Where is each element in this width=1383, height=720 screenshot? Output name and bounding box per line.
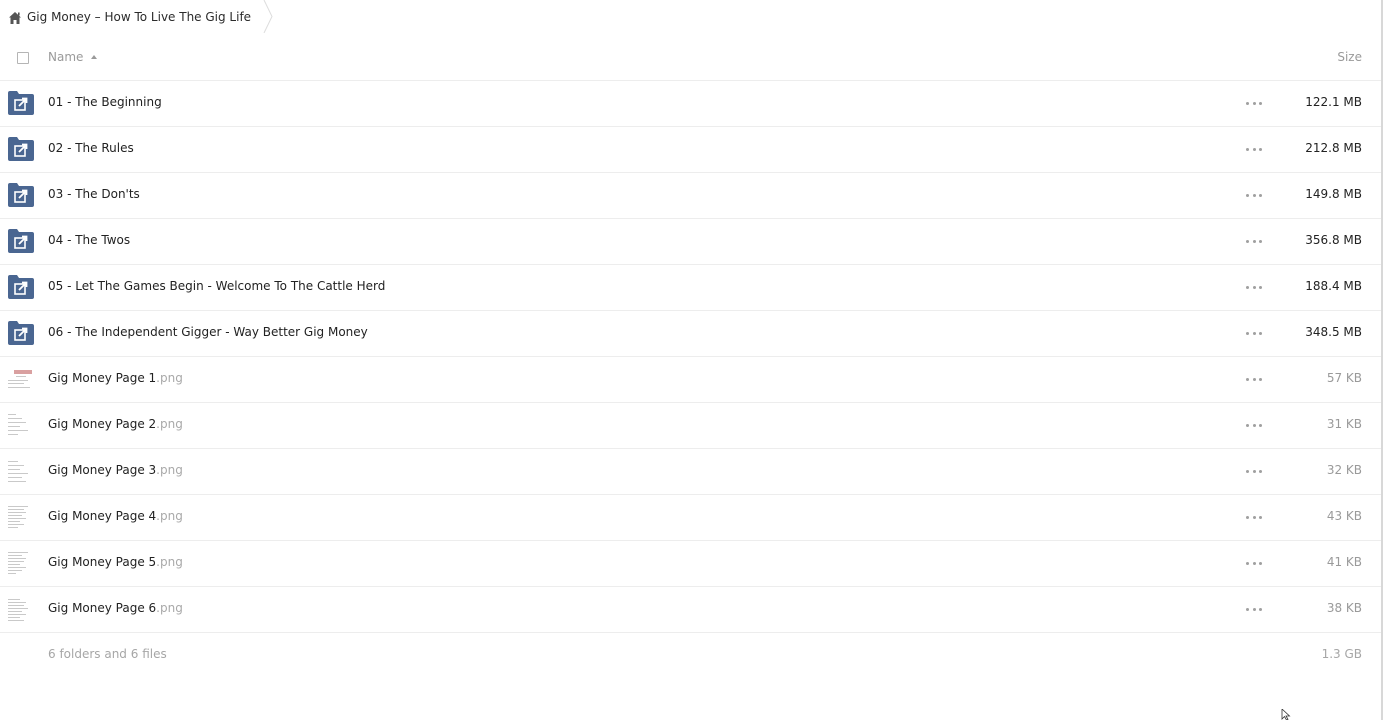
breadcrumb-current-folder[interactable]: Gig Money – How To Live The Gig Life (27, 10, 251, 24)
summary-count: 6 folders and 6 files (48, 647, 167, 661)
item-size: 31 KB (1326, 417, 1362, 431)
more-actions-icon[interactable] (1246, 371, 1262, 387)
item-basename: Gig Money Page 3 (48, 463, 157, 477)
file-list-summary: 6 folders and 6 files 1.3 GB (0, 627, 1381, 681)
item-extension: .png (156, 555, 183, 569)
item-basename: 05 - Let The Games Begin - Welcome To Th… (48, 279, 386, 293)
item-basename: 03 - The Don'ts (48, 187, 140, 201)
folder-name[interactable]: 05 - Let The Games Begin - Welcome To Th… (48, 279, 385, 293)
image-thumbnail (6, 550, 36, 578)
shared-folder-icon (8, 183, 34, 207)
folder-name[interactable]: 02 - The Rules (48, 141, 134, 155)
more-actions-icon[interactable] (1246, 233, 1262, 249)
folder-row[interactable]: 06 - The Independent Gigger - Way Better… (0, 311, 1381, 357)
item-basename: Gig Money Page 4 (48, 509, 157, 523)
item-size: 212.8 MB (1305, 141, 1362, 155)
file-browser: Gig Money – How To Live The Gig Life Nam… (0, 0, 1383, 720)
item-size: 149.8 MB (1305, 187, 1362, 201)
breadcrumb: Gig Money – How To Live The Gig Life (8, 0, 273, 34)
home-icon[interactable] (8, 10, 22, 24)
item-size: 57 KB (1326, 371, 1362, 385)
folder-row[interactable]: 01 - The Beginning 122.1 MB (0, 81, 1381, 127)
item-size: 43 KB (1326, 509, 1362, 523)
shared-folder-icon (8, 321, 34, 345)
more-actions-icon[interactable] (1246, 509, 1262, 525)
item-extension: .png (156, 371, 183, 385)
name-column-label: Name (48, 50, 84, 64)
more-actions-icon[interactable] (1246, 463, 1262, 479)
more-actions-icon[interactable] (1246, 95, 1262, 111)
item-basename: 01 - The Beginning (48, 95, 162, 109)
more-actions-icon[interactable] (1246, 279, 1262, 295)
file-row[interactable]: Gig Money Page 5.png 41 KB (0, 541, 1381, 587)
select-all-checkbox[interactable] (17, 52, 29, 64)
item-basename: 02 - The Rules (48, 141, 134, 155)
image-thumbnail (6, 412, 36, 440)
file-list-header: Name Size (0, 35, 1381, 81)
folder-name[interactable]: 04 - The Twos (48, 233, 130, 247)
more-actions-icon[interactable] (1246, 417, 1262, 433)
file-name[interactable]: Gig Money Page 6.png (48, 601, 183, 615)
item-size: 41 KB (1326, 555, 1362, 569)
item-extension: .png (156, 417, 183, 431)
image-thumbnail (6, 366, 36, 394)
image-thumbnail (6, 458, 36, 486)
item-size: 38 KB (1326, 601, 1362, 615)
item-basename: 06 - The Independent Gigger - Way Better… (48, 325, 368, 339)
file-name[interactable]: Gig Money Page 5.png (48, 555, 183, 569)
shared-folder-icon (8, 275, 34, 299)
file-name[interactable]: Gig Money Page 4.png (48, 509, 183, 523)
item-extension: .png (156, 601, 183, 615)
file-row[interactable]: Gig Money Page 2.png 31 KB (0, 403, 1381, 449)
shared-folder-icon (8, 91, 34, 115)
folder-name[interactable]: 03 - The Don'ts (48, 187, 140, 201)
size-column-header[interactable]: Size (1337, 50, 1362, 64)
shared-folder-icon (8, 229, 34, 253)
summary-total-size: 1.3 GB (1321, 647, 1362, 661)
more-actions-icon[interactable] (1246, 601, 1262, 617)
mouse-cursor-icon (1281, 709, 1291, 720)
item-basename: Gig Money Page 1 (48, 371, 157, 385)
item-extension: .png (156, 509, 183, 523)
item-extension: .png (156, 463, 183, 477)
more-actions-icon[interactable] (1246, 555, 1262, 571)
image-thumbnail (6, 596, 36, 624)
folder-name[interactable]: 06 - The Independent Gigger - Way Better… (48, 325, 368, 339)
file-name[interactable]: Gig Money Page 2.png (48, 417, 183, 431)
item-size: 356.8 MB (1305, 233, 1362, 247)
item-size: 122.1 MB (1305, 95, 1362, 109)
item-basename: Gig Money Page 6 (48, 601, 157, 615)
file-list: 01 - The Beginning 122.1 MB 02 - The Rules… (0, 81, 1381, 633)
item-size: 32 KB (1326, 463, 1362, 477)
item-basename: Gig Money Page 5 (48, 555, 157, 569)
file-row[interactable]: Gig Money Page 1.png 57 KB (0, 357, 1381, 403)
shared-folder-icon (8, 137, 34, 161)
file-name[interactable]: Gig Money Page 1.png (48, 371, 183, 385)
image-thumbnail (6, 504, 36, 532)
folder-row[interactable]: 03 - The Don'ts 149.8 MB (0, 173, 1381, 219)
folder-row[interactable]: 04 - The Twos 356.8 MB (0, 219, 1381, 265)
more-actions-icon[interactable] (1246, 187, 1262, 203)
item-basename: Gig Money Page 2 (48, 417, 157, 431)
file-row[interactable]: Gig Money Page 3.png 32 KB (0, 449, 1381, 495)
more-actions-icon[interactable] (1246, 141, 1262, 157)
folder-name[interactable]: 01 - The Beginning (48, 95, 162, 109)
breadcrumb-separator-icon (263, 0, 273, 34)
file-name[interactable]: Gig Money Page 3.png (48, 463, 183, 477)
sort-ascending-icon (91, 55, 98, 59)
name-column-header[interactable]: Name (48, 50, 98, 64)
more-actions-icon[interactable] (1246, 325, 1262, 341)
item-size: 348.5 MB (1305, 325, 1362, 339)
file-row[interactable]: Gig Money Page 4.png 43 KB (0, 495, 1381, 541)
item-size: 188.4 MB (1305, 279, 1362, 293)
item-basename: 04 - The Twos (48, 233, 131, 247)
folder-row[interactable]: 05 - Let The Games Begin - Welcome To Th… (0, 265, 1381, 311)
folder-row[interactable]: 02 - The Rules 212.8 MB (0, 127, 1381, 173)
